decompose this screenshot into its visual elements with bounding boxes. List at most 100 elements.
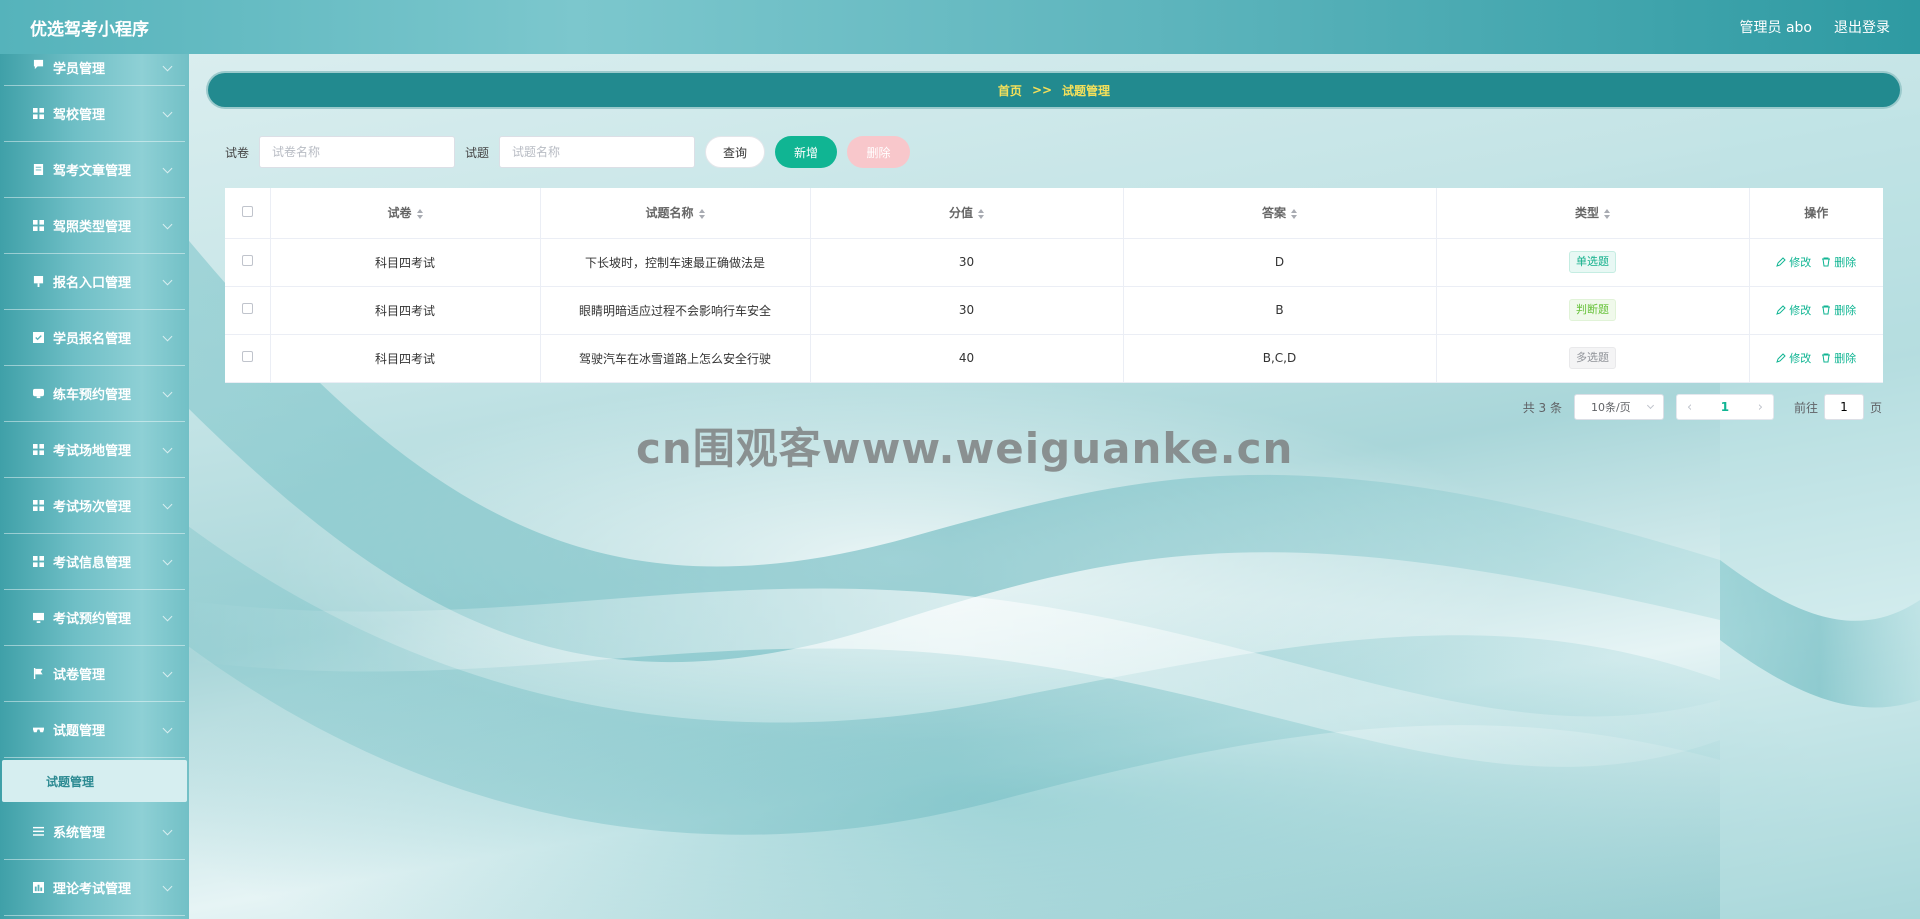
sort-icon[interactable] <box>978 208 984 219</box>
glasses-icon <box>32 724 44 736</box>
question-search-label: 试题 <box>465 145 490 160</box>
trash-icon <box>1822 353 1831 363</box>
sidebar-item-theory-exam[interactable]: 理论考试管理 <box>4 860 185 916</box>
cell-score: 30 <box>810 286 1124 335</box>
chevron-down-icon <box>162 825 173 835</box>
sidebar-item-questions[interactable]: 试题管理 <box>4 702 185 758</box>
cell-score: 40 <box>810 334 1124 383</box>
type-badge: 判断题 <box>1569 299 1616 321</box>
page-jump: 前往 页 <box>1794 394 1882 420</box>
flag-icon <box>32 668 44 680</box>
edit-icon <box>1776 257 1786 267</box>
page-jump-input[interactable] <box>1823 394 1864 420</box>
add-button[interactable]: 新增 <box>775 136 838 168</box>
sidebar: 学员管理 驾校管理 驾考文章管理 驾照类型管理 报名入口管理 学员报名管理 练车… <box>0 54 189 919</box>
sidebar-item-exam-sites[interactable]: 考试场地管理 <box>4 422 185 478</box>
sort-icon[interactable] <box>1291 208 1297 219</box>
chevron-down-icon <box>162 881 173 891</box>
admin-user-label[interactable]: 管理员 abo <box>1740 17 1812 37</box>
chevron-down-icon <box>162 443 173 453</box>
column-header-paper[interactable]: 试卷 <box>270 188 541 239</box>
cell-paper: 科目四考试 <box>270 238 541 287</box>
sidebar-item-exam-info[interactable]: 考试信息管理 <box>4 534 185 590</box>
sort-icon[interactable] <box>1604 208 1610 219</box>
column-header-type[interactable]: 类型 <box>1436 188 1750 239</box>
doc-icon <box>32 164 44 176</box>
sidebar-item-label: 驾校管理 <box>53 108 106 123</box>
sidebar-item-system[interactable]: 系统管理 <box>4 804 185 860</box>
sidebar-item-papers[interactable]: 试卷管理 <box>4 646 185 702</box>
sidebar-item-exam-booking[interactable]: 考试预约管理 <box>4 590 185 646</box>
sidebar-item-exam-sessions[interactable]: 考试场次管理 <box>4 478 185 534</box>
grid-icon <box>32 444 44 456</box>
row-checkbox[interactable] <box>241 255 253 266</box>
sort-icon[interactable] <box>698 208 705 219</box>
questions-table: 试卷 试题名称 分值 答案 类型 操作 科目四考试 下长坡时，控制车速最正确做法… <box>225 188 1883 383</box>
sidebar-item-schools[interactable]: 驾校管理 <box>4 86 185 142</box>
table-row: 科目四考试 驾驶汽车在冰雪道路上怎么安全行驶 40 B,C,D 多选题 修改 删… <box>225 334 1883 383</box>
column-header-question[interactable]: 试题名称 <box>540 188 811 239</box>
question-search-input[interactable] <box>499 136 696 168</box>
sidebar-item-label: 考试信息管理 <box>53 556 132 571</box>
breadcrumb-current: 试题管理 <box>1062 83 1111 98</box>
edit-button[interactable]: 修改 <box>1776 254 1811 270</box>
cell-question: 驾驶汽车在冰雪道路上怎么安全行驶 <box>540 334 811 383</box>
chevron-down-icon <box>162 107 173 117</box>
sidebar-subitem-questions[interactable]: 试题管理 <box>2 760 187 802</box>
breadcrumb-home[interactable]: 首页 <box>998 82 1022 99</box>
row-checkbox[interactable] <box>241 351 253 362</box>
trash-icon <box>1822 257 1831 267</box>
chat-icon <box>32 388 44 400</box>
delete-button[interactable]: 删除 <box>1821 254 1856 270</box>
prev-page-icon[interactable]: ‹ <box>1687 400 1692 415</box>
sidebar-item-label: 试题管理 <box>53 724 106 739</box>
pagination-total: 共 3 条 <box>1522 400 1562 415</box>
delete-button[interactable]: 删除 <box>1821 350 1856 366</box>
column-header-answer[interactable]: 答案 <box>1123 188 1437 239</box>
cell-paper: 科目四考试 <box>270 286 541 335</box>
sidebar-item-label: 学员管理 <box>53 62 106 77</box>
paper-search-input[interactable] <box>259 136 456 168</box>
sort-icon[interactable] <box>416 208 423 219</box>
delete-button[interactable]: 删除 <box>1821 302 1856 318</box>
edit-button[interactable]: 修改 <box>1776 350 1811 366</box>
chevron-down-icon <box>162 387 173 397</box>
sidebar-item-students[interactable]: 学员管理 <box>4 54 185 86</box>
sidebar-item-label: 考试场次管理 <box>53 500 132 515</box>
trash-icon <box>1822 305 1831 315</box>
column-header-score[interactable]: 分值 <box>810 188 1124 239</box>
sidebar-item-label: 驾考文章管理 <box>53 164 132 179</box>
cell-answer: B <box>1123 286 1437 335</box>
page-number[interactable]: 1 <box>1721 400 1729 414</box>
pager: ‹ 1 › <box>1675 394 1774 420</box>
page-size-select[interactable]: 10条/页 <box>1573 394 1664 420</box>
list-icon <box>32 826 44 838</box>
grid-icon <box>32 556 44 568</box>
sidebar-item-license-types[interactable]: 驾照类型管理 <box>4 198 185 254</box>
type-badge: 多选题 <box>1569 347 1616 369</box>
sidebar-item-label: 练车预约管理 <box>53 388 132 403</box>
row-checkbox[interactable] <box>241 303 253 314</box>
logout-button[interactable]: 退出登录 <box>1834 17 1890 37</box>
chevron-down-icon <box>162 555 173 565</box>
sidebar-item-signup-entry[interactable]: 报名入口管理 <box>4 254 185 310</box>
sidebar-item-practice-booking[interactable]: 练车预约管理 <box>4 366 185 422</box>
query-button[interactable]: 查询 <box>705 136 766 168</box>
table-row: 科目四考试 眼睛明暗适应过程不会影响行车安全 30 B 判断题 修改 删除 <box>225 286 1883 335</box>
next-page-icon[interactable]: › <box>1758 400 1763 415</box>
chevron-up-icon <box>162 723 173 733</box>
chart-icon <box>32 882 44 894</box>
pagination: 共 3 条 10条/页 ‹ 1 › 前往 页 <box>1523 394 1882 420</box>
select-all-checkbox[interactable] <box>241 205 253 217</box>
chevron-down-icon <box>162 667 173 677</box>
sidebar-item-articles[interactable]: 驾考文章管理 <box>4 142 185 198</box>
cell-answer: B,C,D <box>1123 334 1437 383</box>
cell-score: 30 <box>810 238 1124 287</box>
chat-icon <box>32 58 44 70</box>
sidebar-item-label: 学员报名管理 <box>53 332 132 347</box>
edit-icon <box>1776 305 1786 315</box>
sidebar-item-student-signup[interactable]: 学员报名管理 <box>4 310 185 366</box>
monitor-icon <box>32 612 44 624</box>
batch-delete-button[interactable]: 删除 <box>847 136 911 168</box>
edit-button[interactable]: 修改 <box>1776 302 1811 318</box>
